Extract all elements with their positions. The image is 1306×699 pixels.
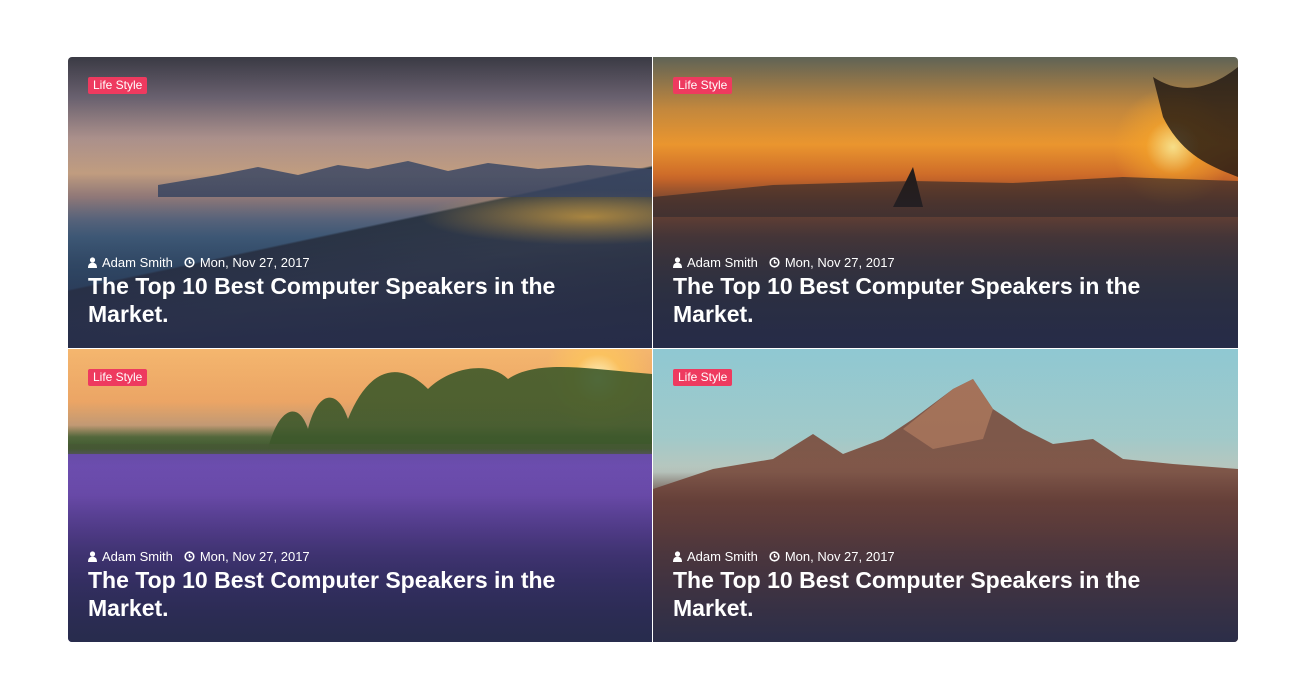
author-name[interactable]: Adam Smith: [687, 255, 758, 270]
post-date: Mon, Nov 27, 2017: [784, 549, 895, 564]
post-title[interactable]: The Top 10 Best Computer Speakers in the…: [88, 272, 612, 328]
post-card[interactable]: Life Style Adam Smith Mon, Nov 27, 2017 …: [653, 349, 1238, 642]
user-icon: [88, 257, 97, 268]
post-card[interactable]: Life Style Adam Smith Mon, Nov 27, 2017 …: [68, 57, 652, 348]
category-badge[interactable]: Life Style: [88, 77, 148, 94]
post-title[interactable]: The Top 10 Best Computer Speakers in the…: [673, 272, 1198, 328]
clock-icon: [184, 551, 195, 562]
user-icon: [673, 551, 682, 562]
post-meta: Adam Smith Mon, Nov 27, 2017: [88, 549, 321, 564]
category-badge[interactable]: Life Style: [673, 369, 733, 386]
post-meta: Adam Smith Mon, Nov 27, 2017: [673, 255, 906, 270]
user-icon: [673, 257, 682, 268]
post-date: Mon, Nov 27, 2017: [199, 549, 310, 564]
post-date: Mon, Nov 27, 2017: [199, 255, 310, 270]
post-title[interactable]: The Top 10 Best Computer Speakers in the…: [673, 566, 1198, 622]
user-icon: [88, 551, 97, 562]
author-name[interactable]: Adam Smith: [687, 549, 758, 564]
post-meta: Adam Smith Mon, Nov 27, 2017: [88, 255, 321, 270]
category-badge[interactable]: Life Style: [88, 369, 148, 386]
author-name[interactable]: Adam Smith: [102, 549, 173, 564]
clock-icon: [769, 257, 780, 268]
post-title[interactable]: The Top 10 Best Computer Speakers in the…: [88, 566, 612, 622]
post-card[interactable]: Life Style Adam Smith Mon, Nov 27, 2017 …: [653, 57, 1238, 348]
post-date: Mon, Nov 27, 2017: [784, 255, 895, 270]
clock-icon: [184, 257, 195, 268]
author-name[interactable]: Adam Smith: [102, 255, 173, 270]
post-grid: Life Style Adam Smith Mon, Nov 27, 2017 …: [68, 57, 1238, 642]
clock-icon: [769, 551, 780, 562]
post-meta: Adam Smith Mon, Nov 27, 2017: [673, 549, 906, 564]
post-card[interactable]: Life Style Adam Smith Mon, Nov 27, 2017 …: [68, 349, 652, 642]
category-badge[interactable]: Life Style: [673, 77, 733, 94]
